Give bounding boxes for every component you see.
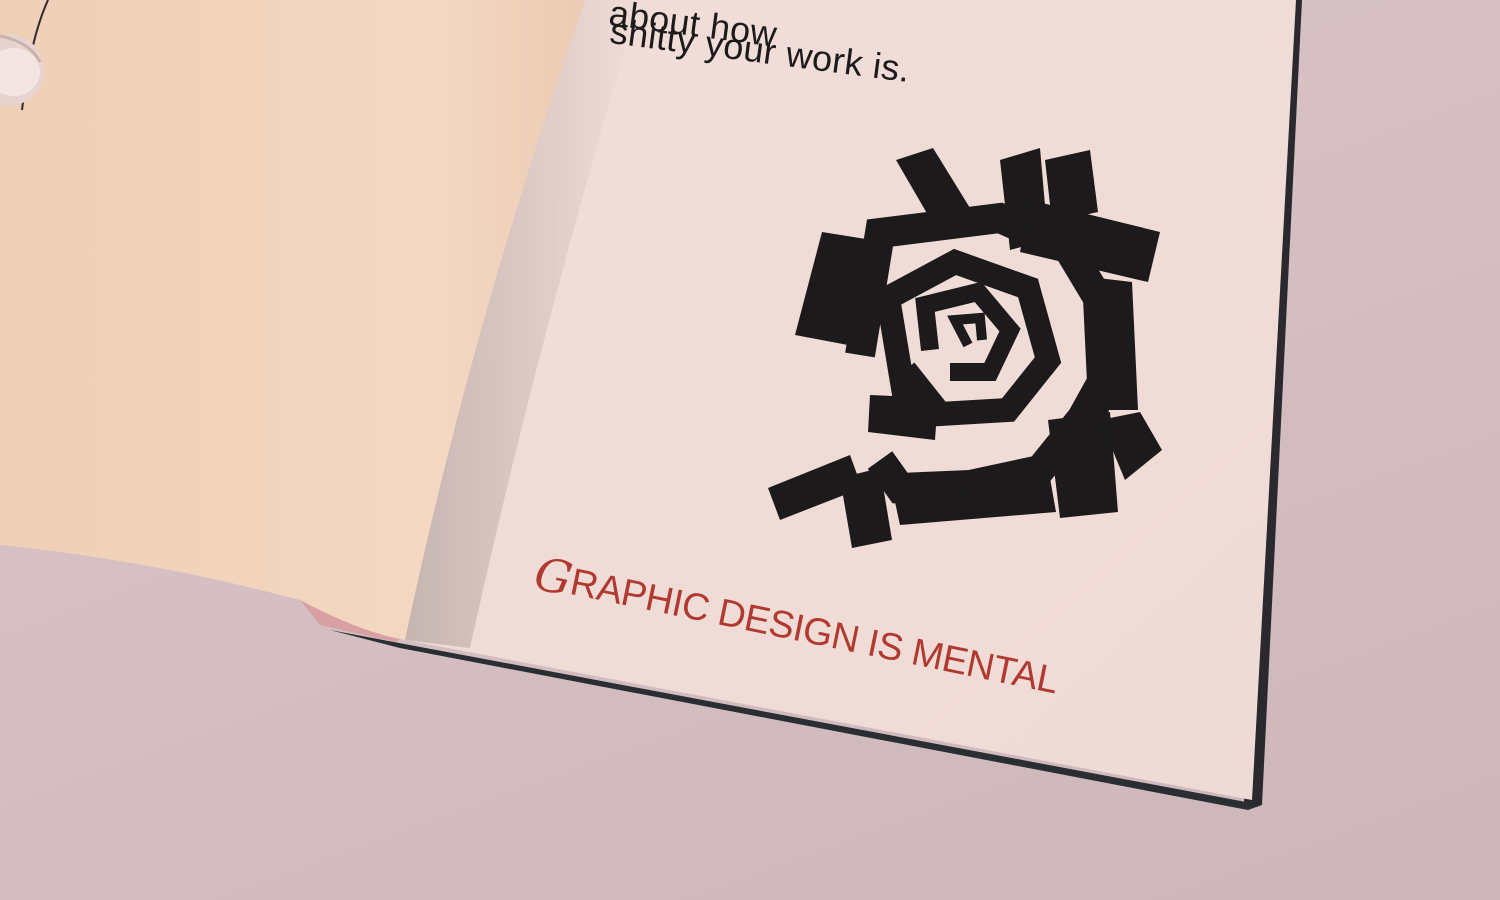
photo-scene bbox=[0, 0, 1302, 810]
